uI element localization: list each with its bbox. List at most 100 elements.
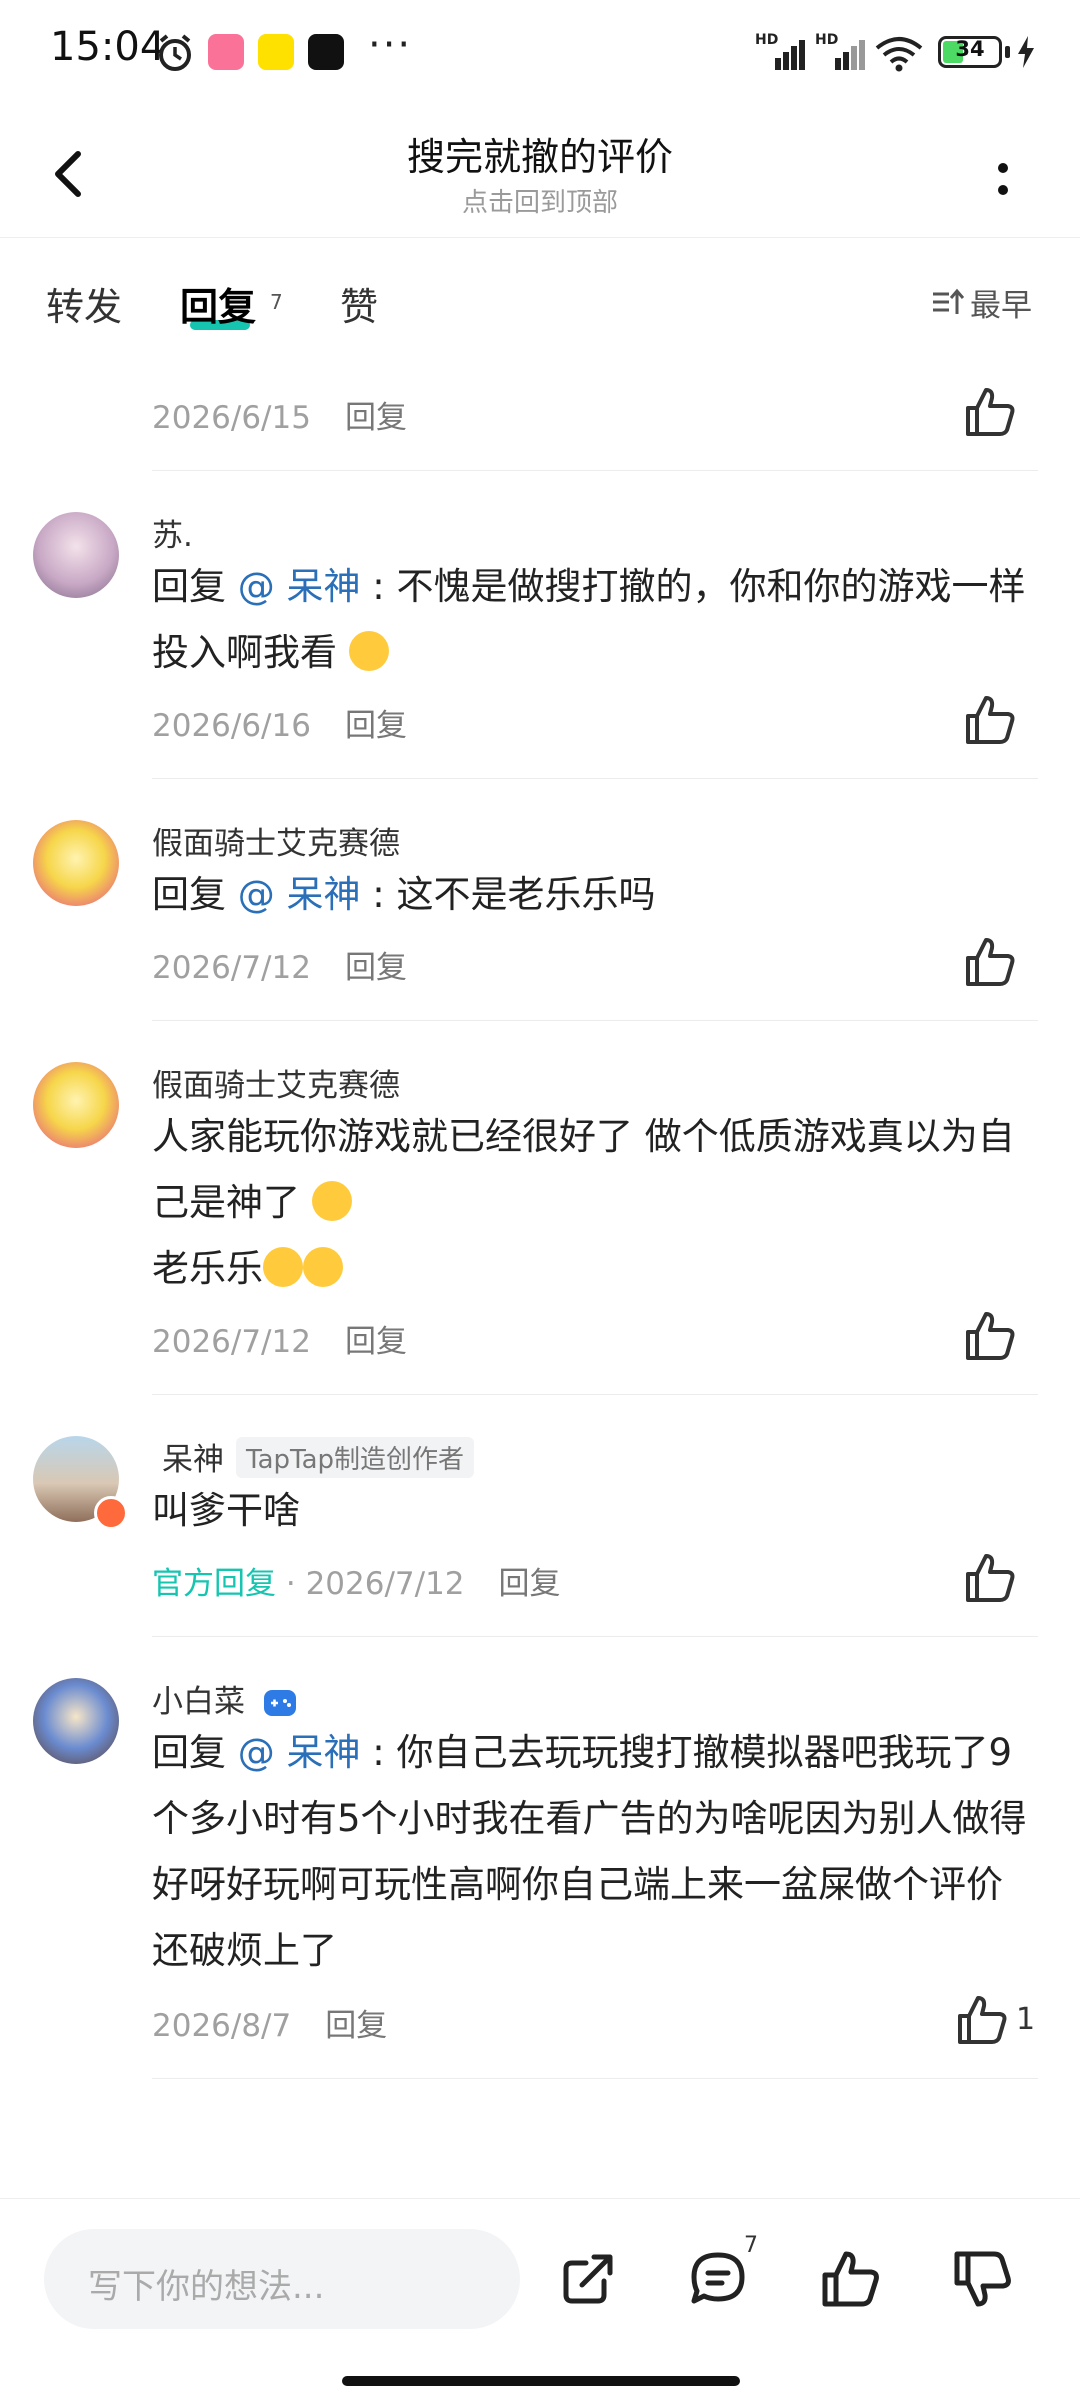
- comment-author-row: 小白菜: [152, 1676, 297, 1721]
- xianyu-app-icon: [258, 34, 294, 70]
- comment-date: 2026/6/16: [152, 708, 311, 744]
- official-reply-label: 官方回复: [152, 1566, 276, 1602]
- home-indicator[interactable]: [342, 2376, 740, 2386]
- reply-prefix: 回复: [152, 873, 238, 916]
- comment-author[interactable]: 假面骑士艾克赛德: [152, 818, 400, 863]
- comment-input-placeholder: 写下你的想法...: [88, 2267, 325, 2307]
- divider: [152, 1394, 1038, 1395]
- creator-verified-icon: [94, 1496, 128, 1530]
- creator-badge: TapTap制造创作者: [236, 1437, 475, 1478]
- comment-input[interactable]: 写下你的想法...: [44, 2229, 520, 2329]
- comment-date: 2026/7/12: [305, 1566, 465, 1602]
- bottom-action-bar: 写下你的想法... 7: [0, 2198, 1080, 2400]
- gamepad-badge-icon: [263, 1690, 296, 1716]
- tab-reply[interactable]: 回复: [180, 276, 256, 331]
- comment-date: 2026/8/7: [152, 2008, 292, 2044]
- mention-link[interactable]: @ 呆神: [238, 873, 361, 916]
- like-icon[interactable]: [962, 692, 1018, 748]
- tiktok-app-icon: [308, 34, 344, 70]
- comment-body-line2: 老乐乐: [152, 1247, 263, 1290]
- avatar[interactable]: [33, 512, 119, 598]
- sort-icon: [933, 288, 964, 314]
- net-label-1: HD: [755, 32, 779, 48]
- comment-meta: 2026/6/15 回复: [152, 392, 407, 437]
- reply-prefix: 回复: [152, 1731, 238, 1774]
- comment-text: 回复 @ 呆神 : 这不是老乐乐吗: [152, 862, 1032, 928]
- comment-meta: 2026/7/12 回复: [152, 1316, 407, 1361]
- comment-body: 人家能玩你游戏就已经很好了 做个低质游戏真以为自己是神了: [152, 1115, 1015, 1224]
- comment-meta: 2026/6/16 回复: [152, 700, 407, 745]
- reply-link[interactable]: 回复: [325, 2008, 387, 2044]
- more-options-icon[interactable]: [988, 150, 1018, 210]
- like-icon[interactable]: [962, 934, 1018, 990]
- comment-author[interactable]: 假面骑士艾克赛德: [152, 1060, 400, 1105]
- divider: [152, 1636, 1038, 1637]
- comment-date: 2026/7/12: [152, 950, 311, 986]
- divider: [152, 2078, 1038, 2079]
- like-count: 1: [1016, 2002, 1036, 2037]
- mention-link[interactable]: @ 呆神: [238, 1731, 361, 1774]
- divider: [152, 1020, 1038, 1021]
- comment-meta: 官方回复 · 2026/7/12 回复: [152, 1558, 561, 1603]
- reply-link[interactable]: 回复: [345, 708, 407, 744]
- meta-dot: ·: [276, 1566, 306, 1602]
- comment-date: 2026/6/15: [152, 400, 311, 436]
- divider: [152, 778, 1038, 779]
- tab-like[interactable]: 赞: [340, 276, 378, 331]
- comment-body: 叫爹干啥: [152, 1489, 300, 1532]
- comment-date: 2026/7/12: [152, 1324, 311, 1360]
- tab-bar: 转发 回复 7 赞 最早: [0, 238, 1080, 358]
- mention-link[interactable]: @ 呆神: [238, 565, 361, 608]
- battery-level: 34: [955, 37, 985, 61]
- like-icon[interactable]: [954, 1992, 1010, 2048]
- back-to-top-hint[interactable]: 点击回到顶部: [0, 182, 1080, 219]
- comment-text: 人家能玩你游戏就已经很好了 做个低质游戏真以为自己是神了 老乐乐: [152, 1104, 1032, 1302]
- comment-author[interactable]: 呆神: [162, 1442, 224, 1478]
- yum-emoji-icon: [348, 631, 389, 671]
- divider: [152, 470, 1038, 471]
- avatar[interactable]: [33, 1062, 119, 1148]
- status-bar: 15:04 ··· HD HD 34: [0, 0, 1080, 100]
- sort-button[interactable]: 最早: [930, 280, 1032, 325]
- reply-link[interactable]: 回复: [345, 1324, 407, 1360]
- comment-meta: 2026/8/7 回复: [152, 2000, 387, 2045]
- comment-author[interactable]: 小白菜: [152, 1684, 245, 1720]
- comment-author-row: 呆神 TapTap制造创作者: [162, 1434, 475, 1479]
- avatar[interactable]: [33, 820, 119, 906]
- reply-link[interactable]: 回复: [345, 950, 407, 986]
- comment-body: : 这不是老乐乐吗: [360, 873, 656, 916]
- comment-icon[interactable]: [686, 2247, 750, 2311]
- comment-count-badge: 7: [744, 2233, 758, 2258]
- sort-label: 最早: [970, 288, 1032, 324]
- comment-meta: 2026/7/12 回复: [152, 942, 407, 987]
- sweat-smile-emoji-icon: [311, 1181, 352, 1221]
- wifi-icon: [875, 37, 923, 72]
- laugh-cry-emoji-icon: [263, 1247, 303, 1287]
- comment-author[interactable]: 苏.: [152, 510, 193, 555]
- signal-1-icon: HD: [755, 32, 805, 70]
- comment-text: 叫爹干啥: [152, 1478, 1032, 1544]
- net-label-2: HD: [815, 32, 839, 48]
- share-icon[interactable]: [556, 2247, 620, 2311]
- like-post-icon[interactable]: [818, 2247, 882, 2311]
- reply-link[interactable]: 回复: [345, 400, 407, 436]
- reply-link[interactable]: 回复: [499, 1566, 561, 1602]
- reply-prefix: 回复: [152, 565, 238, 608]
- like-icon[interactable]: [962, 1308, 1018, 1364]
- more-notifications-icon: ···: [368, 22, 413, 68]
- dislike-post-icon[interactable]: [950, 2247, 1014, 2311]
- bilibili-app-icon: [208, 34, 244, 70]
- avatar[interactable]: [33, 1678, 119, 1764]
- comment-text: 回复 @ 呆神 : 你自己去玩玩搜打撤模拟器吧我玩了9个多小时有5个小时我在看广…: [152, 1720, 1032, 1984]
- status-time: 15:04: [50, 24, 166, 70]
- page-header: 搜完就撤的评价 点击回到顶部: [0, 100, 1080, 238]
- comment-text: 回复 @ 呆神 : 不愧是做搜打撤的，你和你的游戏一样投入啊我看: [152, 554, 1032, 686]
- laugh-cry-emoji-icon: [303, 1247, 343, 1287]
- tab-reply-count: 7: [270, 290, 283, 314]
- signal-2-icon: HD: [815, 32, 865, 70]
- page-title[interactable]: 搜完就撤的评价: [0, 126, 1080, 181]
- tab-forward[interactable]: 转发: [46, 276, 122, 331]
- like-icon[interactable]: [962, 384, 1018, 440]
- like-icon[interactable]: [962, 1550, 1018, 1606]
- alarm-icon: [159, 34, 191, 71]
